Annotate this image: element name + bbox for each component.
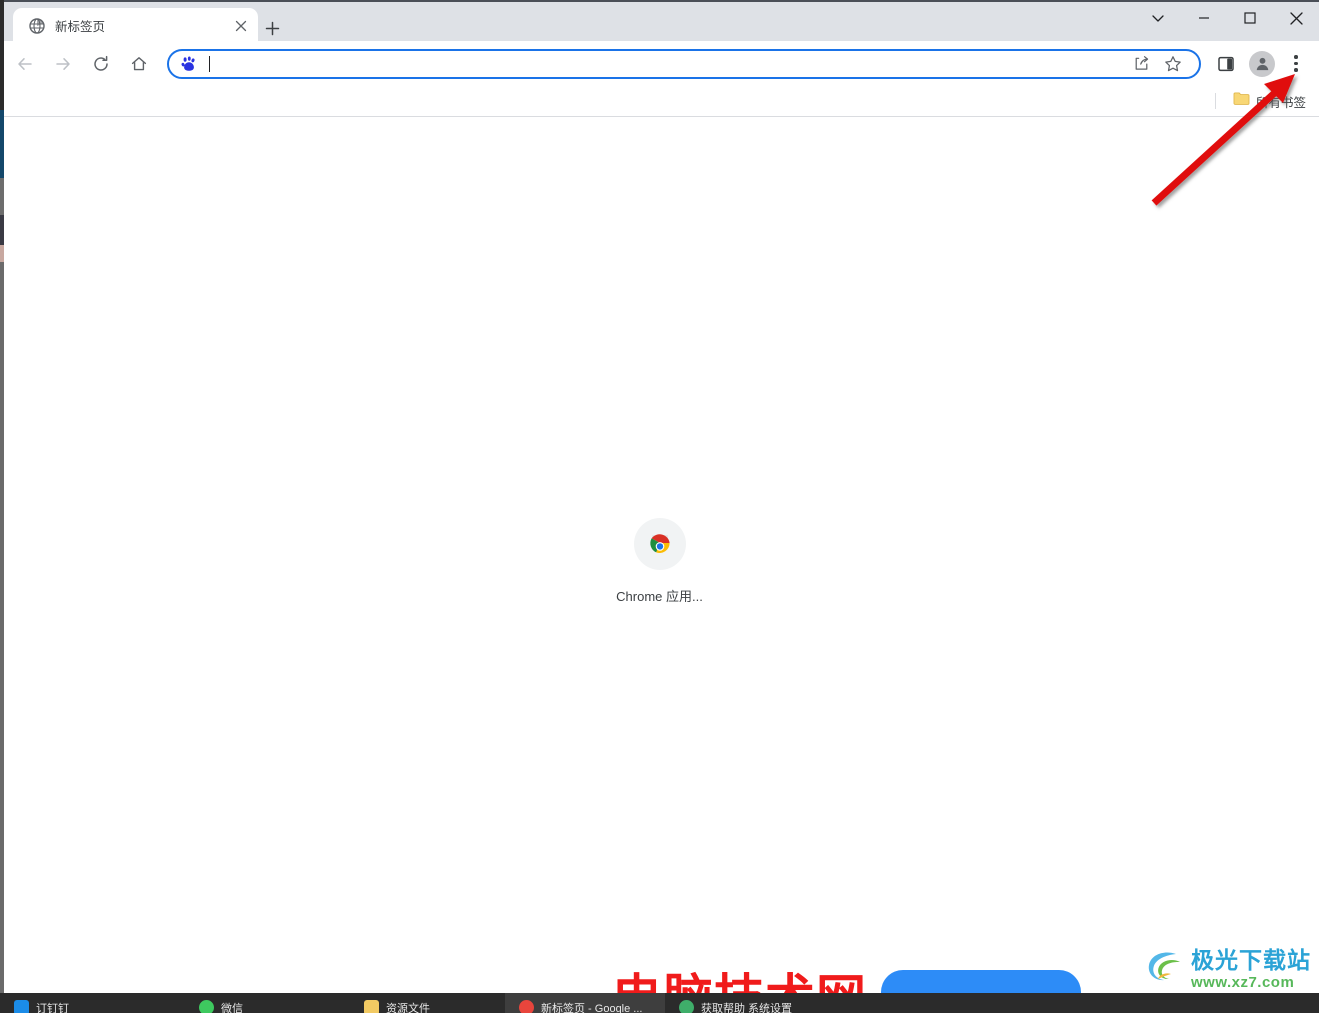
taskbar-item[interactable]: 订钉钉: [0, 993, 185, 1013]
side-panel-icon[interactable]: [1212, 50, 1240, 78]
aurora-swirl-icon: [1145, 948, 1189, 991]
background-window-edge: [0, 0, 4, 993]
maximize-icon[interactable]: [1227, 2, 1273, 34]
taskbar-item[interactable]: 资源文件: [350, 993, 505, 1013]
taskbar-item-icon: [14, 999, 29, 1013]
minimize-icon[interactable]: [1181, 2, 1227, 34]
corner-watermark-url: www.xz7.com: [1191, 973, 1295, 991]
person-avatar-icon[interactable]: [1249, 50, 1275, 77]
window-controls: [1135, 2, 1319, 43]
baidu-paw-icon: [181, 56, 197, 72]
taskbar-item-icon: [679, 999, 694, 1013]
taskbar-item[interactable]: 获取帮助 系统设置: [665, 993, 845, 1013]
new-tab-page: Chrome 应用... 电脑技术网 www.tagxp.com TAG: [0, 117, 1319, 993]
taskbar-item-label: 微信: [221, 1003, 243, 1013]
close-icon[interactable]: [1273, 2, 1319, 34]
three-dots-menu-icon[interactable]: [1283, 50, 1309, 78]
taskbar-item-label: 资源文件: [386, 1003, 430, 1013]
arrow-left-icon[interactable]: [11, 50, 39, 78]
new-tab-button[interactable]: [258, 14, 286, 42]
share-icon[interactable]: [1129, 52, 1153, 76]
bookmarks-separator: [1214, 93, 1216, 109]
browser-toolbar: [0, 41, 1319, 86]
taskbar-item-icon: [364, 999, 379, 1013]
tab-close-icon[interactable]: [232, 17, 250, 35]
taskbar-item-label: 获取帮助 系统设置: [701, 1003, 793, 1013]
star-icon[interactable]: [1161, 52, 1185, 76]
corner-watermark-title: 极光下载站: [1191, 947, 1311, 974]
arrow-right-icon[interactable]: [49, 50, 77, 78]
corner-watermark: 极光下载站 www.xz7.com: [1145, 948, 1311, 991]
watermark-title: 电脑技术网: [612, 972, 867, 993]
screen-root: 新标签页 所有书签 Chrome 应用... 极光下载站 www.xz7.com…: [0, 0, 1319, 1013]
tab-search-chevron-down-icon[interactable]: [1135, 2, 1181, 34]
taskbar-item-label: 订钉钉: [36, 1003, 69, 1013]
browser-tab[interactable]: 新标签页: [13, 8, 258, 43]
all-bookmarks-label: 所有书签: [1255, 95, 1306, 110]
taskbar-item-label: 新标签页 - Google ...: [541, 1003, 643, 1013]
menu-dot: [1294, 61, 1298, 66]
taskbar-item-icon: [199, 999, 214, 1013]
bookmarks-bar: 所有书签: [0, 86, 1319, 117]
tab-title: 新标签页: [55, 20, 106, 34]
reload-icon[interactable]: [87, 50, 115, 78]
chrome-logo-icon: [633, 518, 686, 570]
text-cursor: [209, 55, 210, 72]
taskbar-item[interactable]: 微信: [185, 993, 350, 1013]
globe-icon: [29, 17, 45, 34]
folder-icon: [1233, 91, 1250, 111]
windows-taskbar: 订钉钉 微信 资源文件 新标签页 - Google ... 获取帮助 系统设置: [0, 993, 1319, 1013]
watermark-text-block: 电脑技术网 www.tagxp.com: [612, 972, 867, 993]
chrome-apps-shortcut[interactable]: Chrome 应用...: [0, 518, 1319, 605]
tab-strip: 新标签页: [0, 0, 1319, 43]
chrome-apps-label: Chrome 应用...: [616, 589, 703, 604]
taskbar-item-active[interactable]: 新标签页 - Google ...: [505, 993, 665, 1013]
home-icon[interactable]: [125, 50, 153, 78]
all-bookmarks-button[interactable]: 所有书签: [1228, 88, 1311, 114]
menu-dot: [1294, 55, 1298, 59]
address-bar[interactable]: [167, 48, 1201, 79]
taskbar-item-icon: [519, 999, 534, 1013]
corner-watermark-text: 极光下载站 www.xz7.com: [1191, 947, 1311, 991]
center-watermark: 电脑技术网 www.tagxp.com TAG: [612, 970, 1081, 993]
omnibox-actions: [1125, 52, 1189, 76]
watermark-tag-badge: TAG: [881, 970, 1081, 993]
menu-dot: [1294, 68, 1298, 72]
chrome-browser-window: 新标签页 所有书签 Chrome 应用... 极光下载站 www.xz7.com: [0, 0, 1319, 993]
